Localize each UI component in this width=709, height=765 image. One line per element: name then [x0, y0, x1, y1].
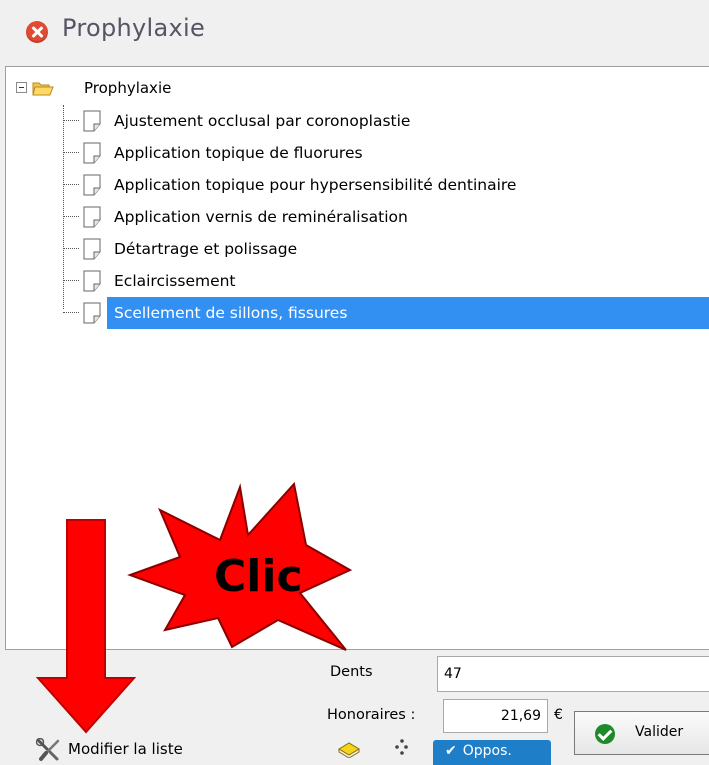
honoraires-label: Honoraires : [327, 707, 416, 723]
tree-item-selected[interactable]: Scellement de sillons, fissures [63, 297, 709, 329]
tree-item-label: Application topique de fluorures [114, 144, 363, 162]
dents-label: Dents [330, 664, 373, 680]
document-icon [83, 142, 101, 164]
tree-item[interactable]: Eclaircissement [63, 265, 709, 297]
document-icon [83, 174, 101, 196]
oppos-label: Oppos. [462, 743, 512, 759]
tree-connector-branch [63, 216, 79, 217]
close-icon[interactable] [26, 21, 48, 43]
tree-item[interactable]: Détartrage et polissage [63, 233, 709, 265]
document-icon [83, 302, 101, 324]
valider-button[interactable]: Valider [574, 711, 709, 755]
tools-icon [36, 738, 60, 761]
clic-annotation-text: Clic [214, 551, 303, 602]
check-icon: ✔ [445, 743, 457, 759]
tree-connector-branch [63, 120, 79, 121]
tree-connector-branch [63, 280, 79, 281]
document-icon [83, 110, 101, 132]
tree-connector-branch [63, 152, 79, 153]
tree-item-label: Scellement de sillons, fissures [114, 304, 348, 322]
title-bar: Prophylaxie [0, 0, 709, 66]
tree-connector-branch [63, 184, 79, 185]
collapse-icon[interactable] [16, 82, 27, 93]
tree-item[interactable]: Application topique pour hypersensibilit… [63, 169, 709, 201]
check-icon [595, 724, 615, 744]
tree-root-label: Prophylaxie [84, 79, 172, 97]
window-title: Prophylaxie [62, 14, 206, 42]
valider-label: Valider [635, 724, 684, 740]
tree-item[interactable]: Application vernis de reminéralisation [63, 201, 709, 233]
open-folder-icon [32, 82, 54, 96]
tree-item-label: Détartrage et polissage [114, 240, 298, 258]
prophylaxie-window: Prophylaxie Prophylaxie Ajustement occlu… [0, 0, 709, 765]
dots-icon[interactable] [393, 738, 411, 756]
document-icon [83, 238, 101, 260]
tree-item-label: Ajustement occlusal par coronoplastie [114, 112, 411, 130]
oppos-button[interactable]: ✔ Oppos. [433, 740, 551, 765]
tree-connector-branch [63, 312, 79, 313]
dents-input[interactable] [437, 656, 709, 692]
document-icon [83, 206, 101, 228]
tree-item[interactable]: Application topique de fluorures [63, 137, 709, 169]
tree-item-label: Application vernis de reminéralisation [114, 208, 408, 226]
modifier-liste-label: Modifier la liste [68, 740, 183, 758]
tree-view[interactable]: Prophylaxie Ajustement occlusal par coro… [5, 66, 709, 650]
tree-item[interactable]: Ajustement occlusal par coronoplastie [63, 105, 709, 137]
tree-item-label: Eclaircissement [114, 272, 236, 290]
document-icon [83, 270, 101, 292]
currency-label: € [554, 707, 563, 723]
honoraires-input[interactable] [443, 699, 548, 733]
book-icon[interactable] [338, 740, 360, 758]
tree-connector-branch [63, 248, 79, 249]
tree-item-label: Application topique pour hypersensibilit… [114, 176, 517, 194]
